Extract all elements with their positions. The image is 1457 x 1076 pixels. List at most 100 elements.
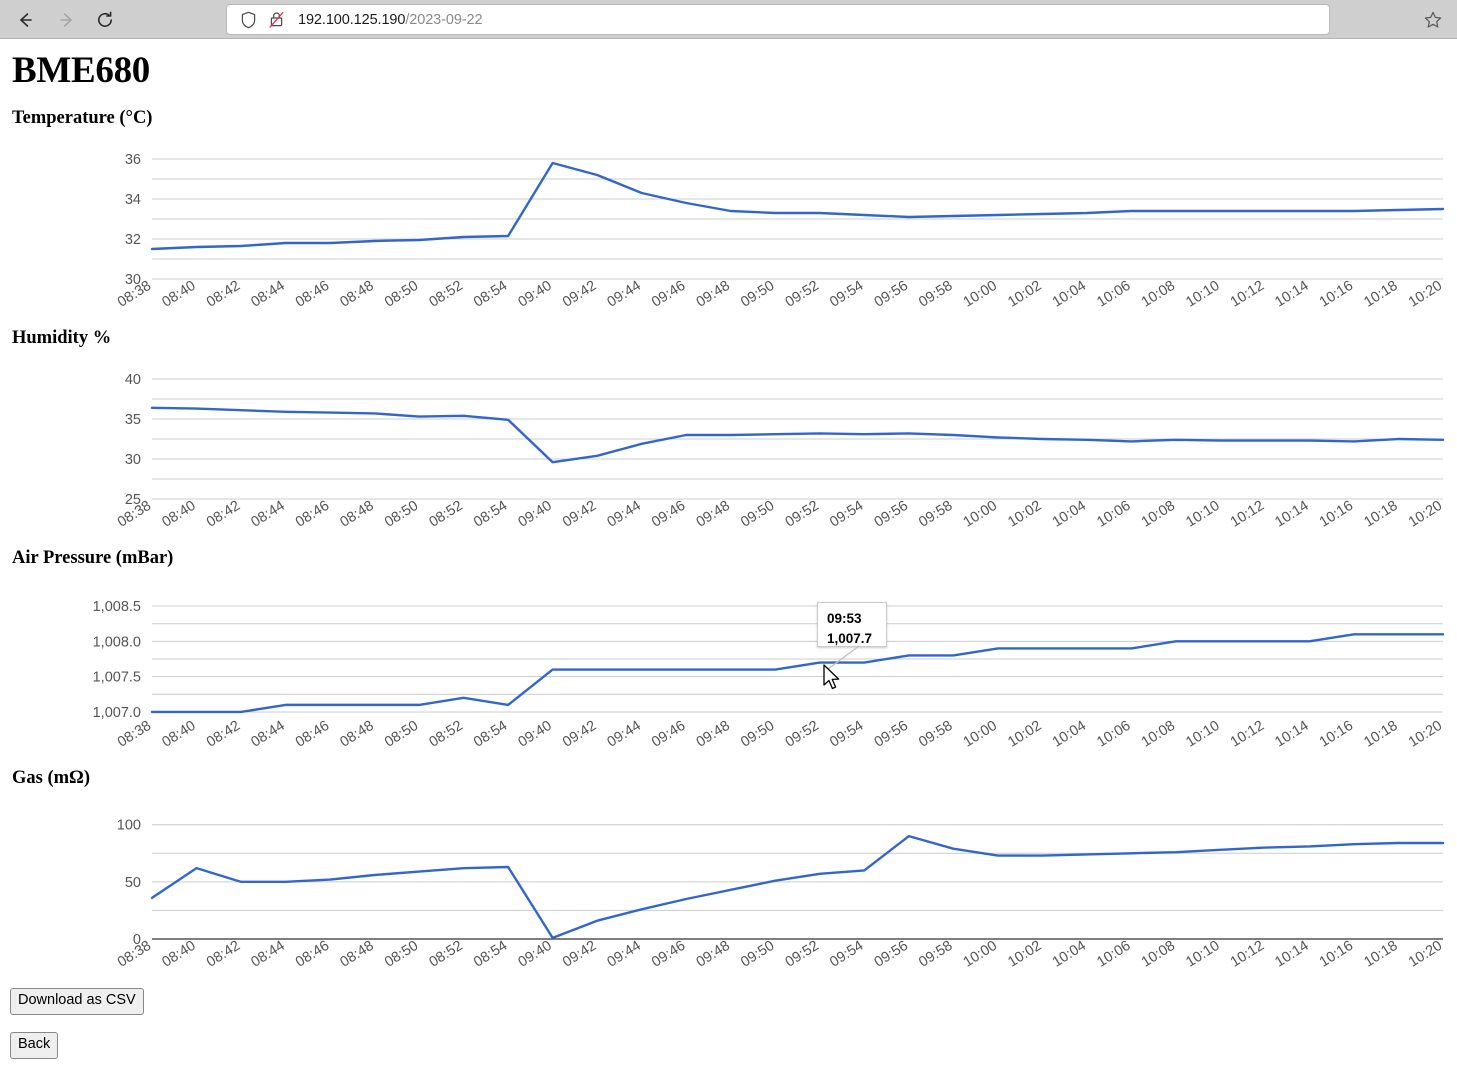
temperature-chart[interactable]: 30 32 34 36 08:38 08:40 08:42 08:44 08:46 08:48 08… — [0, 149, 1457, 329]
air-pressure-chart[interactable]: 1,007.0 1,007.5 1,008.0 1,008.5 08:38 08:40 08… — [0, 589, 1457, 769]
x-axis-tick-label: 09:56 — [872, 498, 911, 531]
x-axis-tick-label: 09:50 — [738, 718, 777, 751]
x-axis-tick-label: 09:58 — [916, 498, 955, 531]
x-axis-tick-label: 08:40 — [159, 278, 198, 311]
x-axis-tick-label: 08:48 — [337, 938, 376, 971]
data-series-line — [150, 633, 1445, 714]
x-axis-tick-label: 08:52 — [426, 938, 465, 971]
x-axis-tick-label: 10:18 — [1361, 278, 1400, 311]
x-axis-tick-label: 09:40 — [516, 938, 555, 971]
x-axis-tick-label: 09:56 — [872, 718, 911, 751]
x-axis-tick-label: 10:08 — [1139, 498, 1178, 531]
x-axis-tick-label: 09:44 — [605, 938, 644, 971]
x-axis-tick-label: 10:12 — [1228, 278, 1267, 311]
x-axis-tick-label: 09:42 — [560, 718, 599, 751]
x-axis-tick-label: 08:44 — [248, 718, 287, 751]
x-axis-tick-label: 09:52 — [783, 498, 822, 531]
x-axis-tick-label: 08:40 — [159, 938, 198, 971]
x-axis-tick-label: 10:20 — [1406, 938, 1445, 971]
x-axis-tick-label: 10:08 — [1139, 718, 1178, 751]
url-host: 192.100.125.190 — [298, 11, 406, 28]
x-axis-tick-label: 08:42 — [204, 718, 243, 751]
bookmark-star-icon[interactable] — [1421, 8, 1445, 32]
y-axis-tick-label: 35 — [125, 412, 141, 428]
x-axis-tick-label: 08:54 — [471, 938, 510, 971]
data-series-line — [150, 834, 1445, 940]
x-axis-tick-label: 09:48 — [694, 498, 733, 531]
x-axis-tick-label: 09:56 — [872, 938, 911, 971]
x-axis-tick-label: 09:54 — [827, 938, 866, 971]
y-axis-tick-label: 50 — [125, 875, 141, 891]
x-axis-tick-label: 08:54 — [471, 498, 510, 531]
x-axis-tick-label: 10:06 — [1094, 718, 1133, 751]
x-axis-tick-label: 10:02 — [1005, 278, 1044, 311]
x-axis-tick-label: 08:44 — [248, 498, 287, 531]
x-axis-tick-label: 09:54 — [827, 498, 866, 531]
x-axis-tick-label: 08:46 — [293, 938, 332, 971]
x-axis-tick-label: 10:06 — [1094, 498, 1133, 531]
data-series-line — [150, 161, 1445, 251]
x-axis-tick-label: 10:12 — [1228, 938, 1267, 971]
browser-back-button[interactable] — [10, 5, 40, 35]
x-axis-tick-label: 08:44 — [248, 938, 287, 971]
x-axis-tick-label: 10:14 — [1272, 938, 1311, 971]
y-axis-tick-label: 40 — [125, 372, 141, 388]
x-axis-tick-label: 10:02 — [1005, 718, 1044, 751]
x-axis-tick-label: 10:04 — [1050, 938, 1089, 971]
x-axis-tick-label: 10:04 — [1050, 718, 1089, 751]
x-axis-tick-label: 10:00 — [961, 278, 1000, 311]
x-axis-tick-label: 08:52 — [426, 498, 465, 531]
x-axis-tick-label: 09:46 — [649, 938, 688, 971]
y-axis-tick-label: 36 — [125, 152, 141, 168]
y-axis-tick-label: 30 — [125, 452, 141, 468]
x-axis-tick-label: 08:54 — [471, 718, 510, 751]
x-axis-tick-label: 10:20 — [1406, 278, 1445, 311]
arrow-left-icon — [20, 13, 32, 27]
chart-canvas: 1,007.01,007.51,008.01,008.508:38 08:40 08… — [93, 599, 1446, 751]
browser-forward-button[interactable] — [52, 5, 82, 35]
x-axis-tick-label: 08:40 — [159, 718, 198, 751]
x-axis-tick-label: 10:20 — [1406, 718, 1445, 751]
x-axis-tick-label: 08:50 — [382, 938, 421, 971]
y-axis-tick-label: 1,007.0 — [93, 705, 141, 721]
x-axis-tick-label: 08:52 — [426, 718, 465, 751]
lock-crossed-icon[interactable] — [268, 10, 285, 29]
heading-pressure: Air Pressure (mBar) — [12, 548, 174, 568]
browser-reload-button[interactable] — [90, 5, 120, 35]
x-axis-tick-label: 08:54 — [471, 278, 510, 311]
x-axis-tick-label: 09:40 — [516, 278, 555, 311]
heading-temperature: Temperature (°C) — [12, 108, 153, 128]
x-axis-tick-label: 09:48 — [694, 718, 733, 751]
address-bar[interactable]: 192.100.125.190/2023-09-22 — [226, 4, 1330, 35]
tooltip-time: 09:53 — [827, 611, 862, 626]
arrow-right-icon — [60, 13, 72, 27]
x-axis-tick-label: 09:50 — [738, 938, 777, 971]
x-axis-tick-label: 09:44 — [605, 278, 644, 311]
x-axis-tick-label: 10:20 — [1406, 498, 1445, 531]
chart-tooltip: 09:53 1,007.7 — [817, 602, 887, 647]
download-csv-button[interactable]: Download as CSV — [10, 988, 144, 1015]
x-axis-tick-label: 10:00 — [961, 938, 1000, 971]
x-axis-tick-label: 10:14 — [1272, 278, 1311, 311]
x-axis-tick-label: 10:08 — [1139, 278, 1178, 311]
humidity-chart[interactable]: 25 30 35 40 08:38 08:40 08:42 08:44 08:46 08:48 08… — [0, 369, 1457, 549]
x-axis-tick-label: 08:38 — [115, 718, 154, 751]
y-axis-tick-label: 1,007.5 — [93, 670, 141, 686]
x-axis-tick-label: 10:18 — [1361, 718, 1400, 751]
x-axis-tick-label: 09:58 — [916, 278, 955, 311]
x-axis-tick-label: 09:56 — [872, 278, 911, 311]
chart-canvas: 2530354008:38 08:40 08:42 08:44 08:46 08:48 08… — [115, 372, 1445, 531]
shield-icon[interactable] — [240, 11, 257, 29]
gas-chart[interactable]: 0 50 100 08:38 08:40 08:42 08:44 08:46 08:48 08:5… — [0, 809, 1457, 989]
x-axis-tick-label: 10:02 — [1005, 938, 1044, 971]
x-axis-tick-label: 09:40 — [516, 498, 555, 531]
x-axis-tick-label: 10:16 — [1317, 718, 1356, 751]
x-axis-tick-label: 10:12 — [1228, 498, 1267, 531]
x-axis-tick-label: 09:54 — [827, 718, 866, 751]
chart-canvas: 3032343608:38 08:40 08:42 08:44 08:46 08:48 08… — [115, 152, 1445, 311]
x-axis-tick-label: 10:04 — [1050, 498, 1089, 531]
x-axis-tick-label: 08:50 — [382, 718, 421, 751]
back-button[interactable]: Back — [10, 1032, 59, 1059]
x-axis-tick-label: 08:46 — [293, 718, 332, 751]
chart-canvas: 05010008:38 08:40 08:42 08:44 08:46 08:48 08:5… — [115, 818, 1445, 971]
